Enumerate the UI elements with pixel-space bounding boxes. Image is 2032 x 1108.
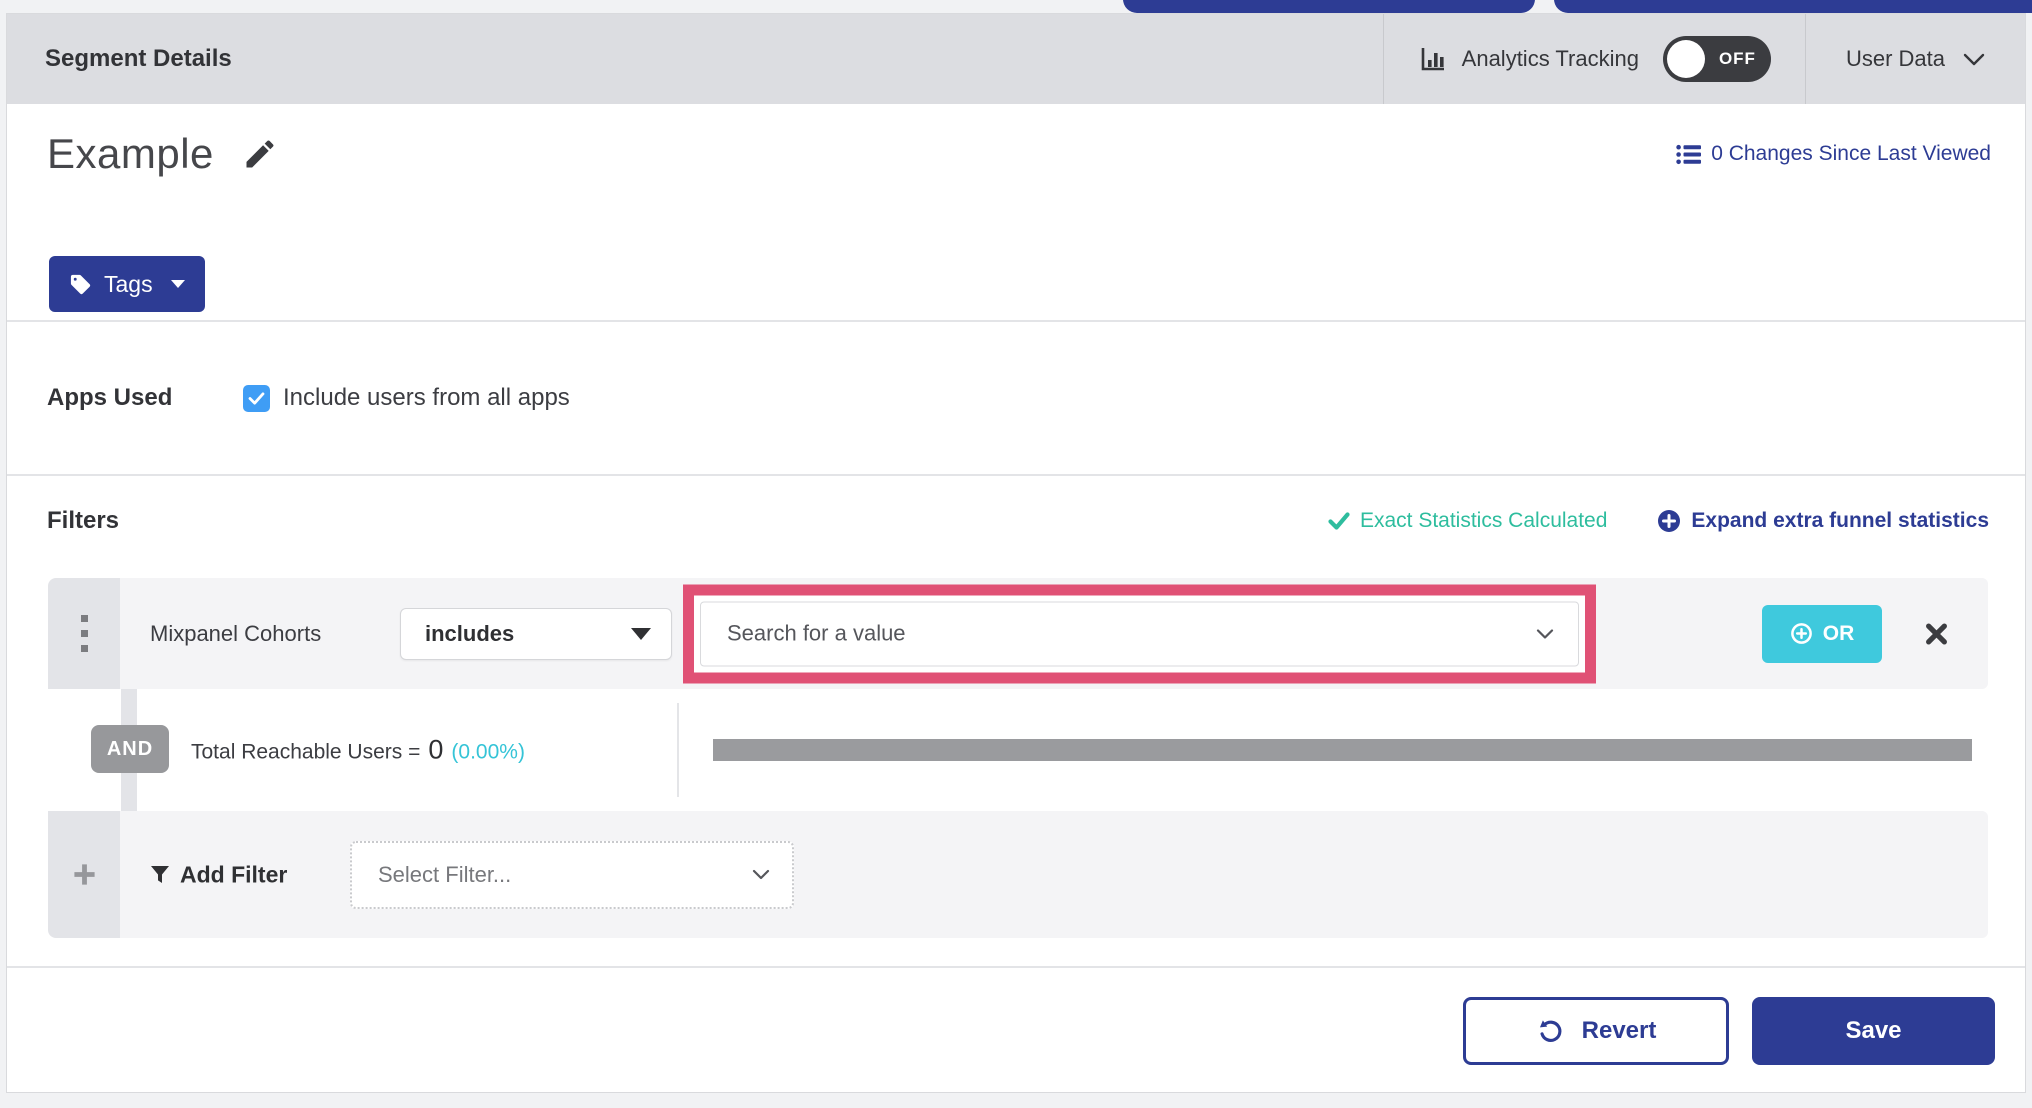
add-filter-label-group: Add Filter [150, 861, 287, 888]
analytics-tracking-label: Analytics Tracking [1461, 46, 1639, 71]
add-filter-label: Add Filter [180, 861, 288, 887]
background-tab-right[interactable] [1554, 0, 2032, 13]
filters-section: Filters Exact Statistics Calculated Expa… [7, 476, 2025, 966]
and-summary-row: AND Total Reachable Users = 0 (0.00%) [48, 689, 1988, 811]
footer-actions: Revert Save [7, 968, 2025, 1094]
caret-down-icon [170, 280, 185, 288]
revert-button[interactable]: Revert [1463, 997, 1729, 1065]
remove-filter-icon[interactable] [1923, 620, 1950, 647]
value-search-select[interactable]: Search for a value [700, 601, 1579, 666]
add-filter-row: Add Filter Select Filter... [48, 811, 1988, 938]
add-or-condition-button[interactable]: OR [1762, 604, 1882, 663]
exact-statistics-status: Exact Statistics Calculated [1328, 509, 1607, 533]
filter-rows: Mixpanel Cohorts includes Search for a v… [48, 578, 1988, 938]
annotation-highlight-box: Search for a value [683, 584, 1596, 683]
add-filter-content: Add Filter Select Filter... [120, 811, 1988, 938]
filter-drag-handle[interactable] [48, 578, 120, 689]
reach-percent: (0.00%) [451, 740, 525, 764]
header-right: Analytics Tracking OFF User Data [1382, 14, 2025, 104]
segment-details-panel: Segment Details Analytics Tracking OFF U… [6, 13, 2026, 1093]
filter-row-content: Mixpanel Cohorts includes Search for a v… [120, 578, 1988, 689]
total-reachable-users: Total Reachable Users = 0 (0.00%) [191, 735, 525, 766]
tag-icon [69, 273, 92, 296]
filters-heading: Filters [47, 507, 120, 534]
chevron-down-icon [1963, 53, 1985, 66]
changes-since-last-viewed-link[interactable]: 0 Changes Since Last Viewed [1676, 142, 1991, 166]
select-filter-placeholder: Select Filter... [378, 861, 512, 887]
filter-field-label: Mixpanel Cohorts [150, 620, 322, 646]
edit-pencil-icon[interactable] [242, 136, 278, 172]
include-all-apps-checkbox[interactable] [243, 384, 270, 412]
save-button-label: Save [1845, 1017, 1902, 1044]
changelog-list-icon [1676, 144, 1702, 165]
checkmark-icon [248, 391, 265, 405]
undo-icon [1536, 1017, 1564, 1045]
changes-link-label: 0 Changes Since Last Viewed [1711, 142, 1991, 165]
expand-funnel-statistics-link[interactable]: Expand extra funnel statistics [1657, 509, 1989, 533]
chevron-down-icon [752, 869, 770, 880]
apps-used-label: Apps Used [47, 384, 173, 411]
page-title: Segment Details [45, 45, 232, 72]
operator-select-value: includes [425, 620, 515, 646]
background-tab-left[interactable] [1123, 0, 1535, 13]
plus-icon [72, 862, 97, 887]
filter-row: Mixpanel Cohorts includes Search for a v… [48, 578, 1988, 689]
value-select-placeholder: Search for a value [727, 620, 906, 646]
toggle-knob [1666, 40, 1705, 78]
toggle-state-label: OFF [1718, 49, 1756, 68]
caret-down-icon [631, 627, 651, 640]
circle-plus-icon [1790, 622, 1813, 645]
exact-statistics-label: Exact Statistics Calculated [1359, 509, 1608, 532]
funnel-icon [150, 865, 170, 885]
or-button-label: OR [1822, 621, 1855, 645]
analytics-tracking-group: Analytics Tracking OFF [1382, 14, 1806, 104]
save-button[interactable]: Save [1752, 997, 1995, 1065]
add-filter-handle [48, 811, 120, 938]
drag-dots-icon [80, 615, 88, 652]
bar-chart-icon [1418, 44, 1448, 74]
and-badge: AND [91, 725, 169, 773]
user-data-dropdown[interactable]: User Data [1806, 14, 2025, 104]
segment-name: Example [47, 130, 214, 177]
include-all-apps-label: Include users from all apps [283, 384, 570, 411]
select-filter-dropdown[interactable]: Select Filter... [350, 840, 794, 909]
reach-progress-bar [713, 739, 1972, 761]
tags-button-label: Tags [104, 270, 153, 297]
title-section: Example 0 Changes Since Last Viewed Tags [7, 104, 2025, 320]
reach-label: Total Reachable Users = [191, 740, 421, 764]
operator-select[interactable]: includes [400, 607, 672, 660]
chevron-down-icon [1536, 628, 1554, 639]
check-icon [1328, 512, 1350, 530]
user-data-label: User Data [1845, 46, 1945, 71]
tags-button[interactable]: Tags [49, 256, 205, 312]
analytics-tracking-toggle[interactable]: OFF [1662, 36, 1771, 82]
expand-funnel-statistics-label: Expand extra funnel statistics [1691, 509, 1989, 532]
vertical-divider [677, 703, 679, 797]
apps-used-section: Apps Used Include users from all apps [7, 322, 2025, 474]
header-bar: Segment Details Analytics Tracking OFF U… [7, 14, 2025, 104]
reach-count: 0 [428, 734, 444, 765]
revert-button-label: Revert [1581, 1017, 1657, 1044]
circle-plus-icon [1657, 509, 1681, 533]
